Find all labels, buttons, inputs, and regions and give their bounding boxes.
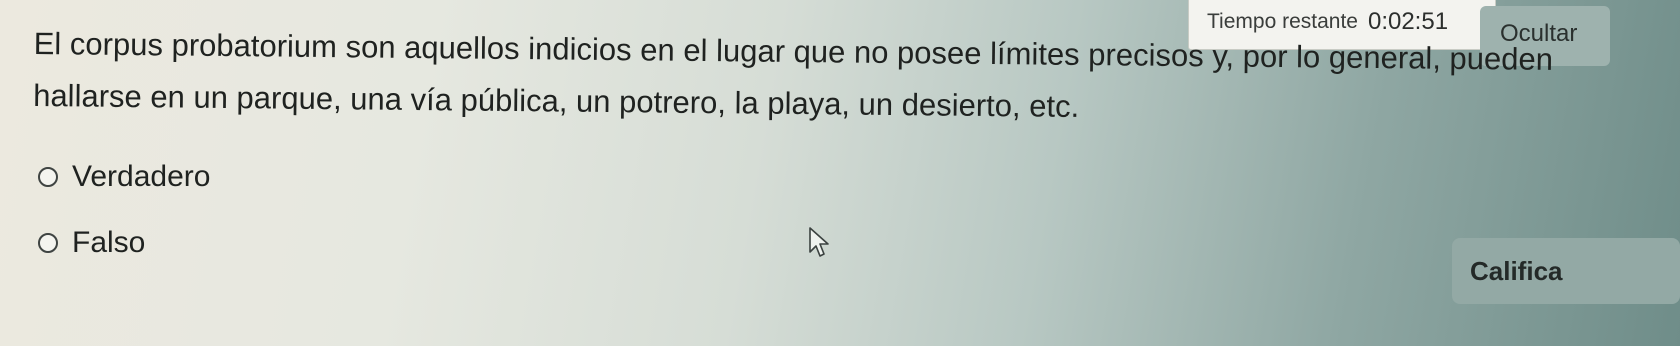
option-falso[interactable]: Falso [38, 226, 145, 260]
option-verdadero[interactable]: Verdadero [38, 160, 210, 194]
option-label: Falso [72, 226, 146, 259]
question-text: El corpus probatorium son aquellos indic… [33, 25, 1554, 124]
submit-button[interactable]: Califica [1452, 238, 1680, 304]
radio-icon[interactable] [38, 233, 58, 253]
radio-icon[interactable] [38, 167, 58, 187]
mouse-pointer-icon [809, 227, 829, 257]
option-label: Verdadero [72, 160, 211, 193]
